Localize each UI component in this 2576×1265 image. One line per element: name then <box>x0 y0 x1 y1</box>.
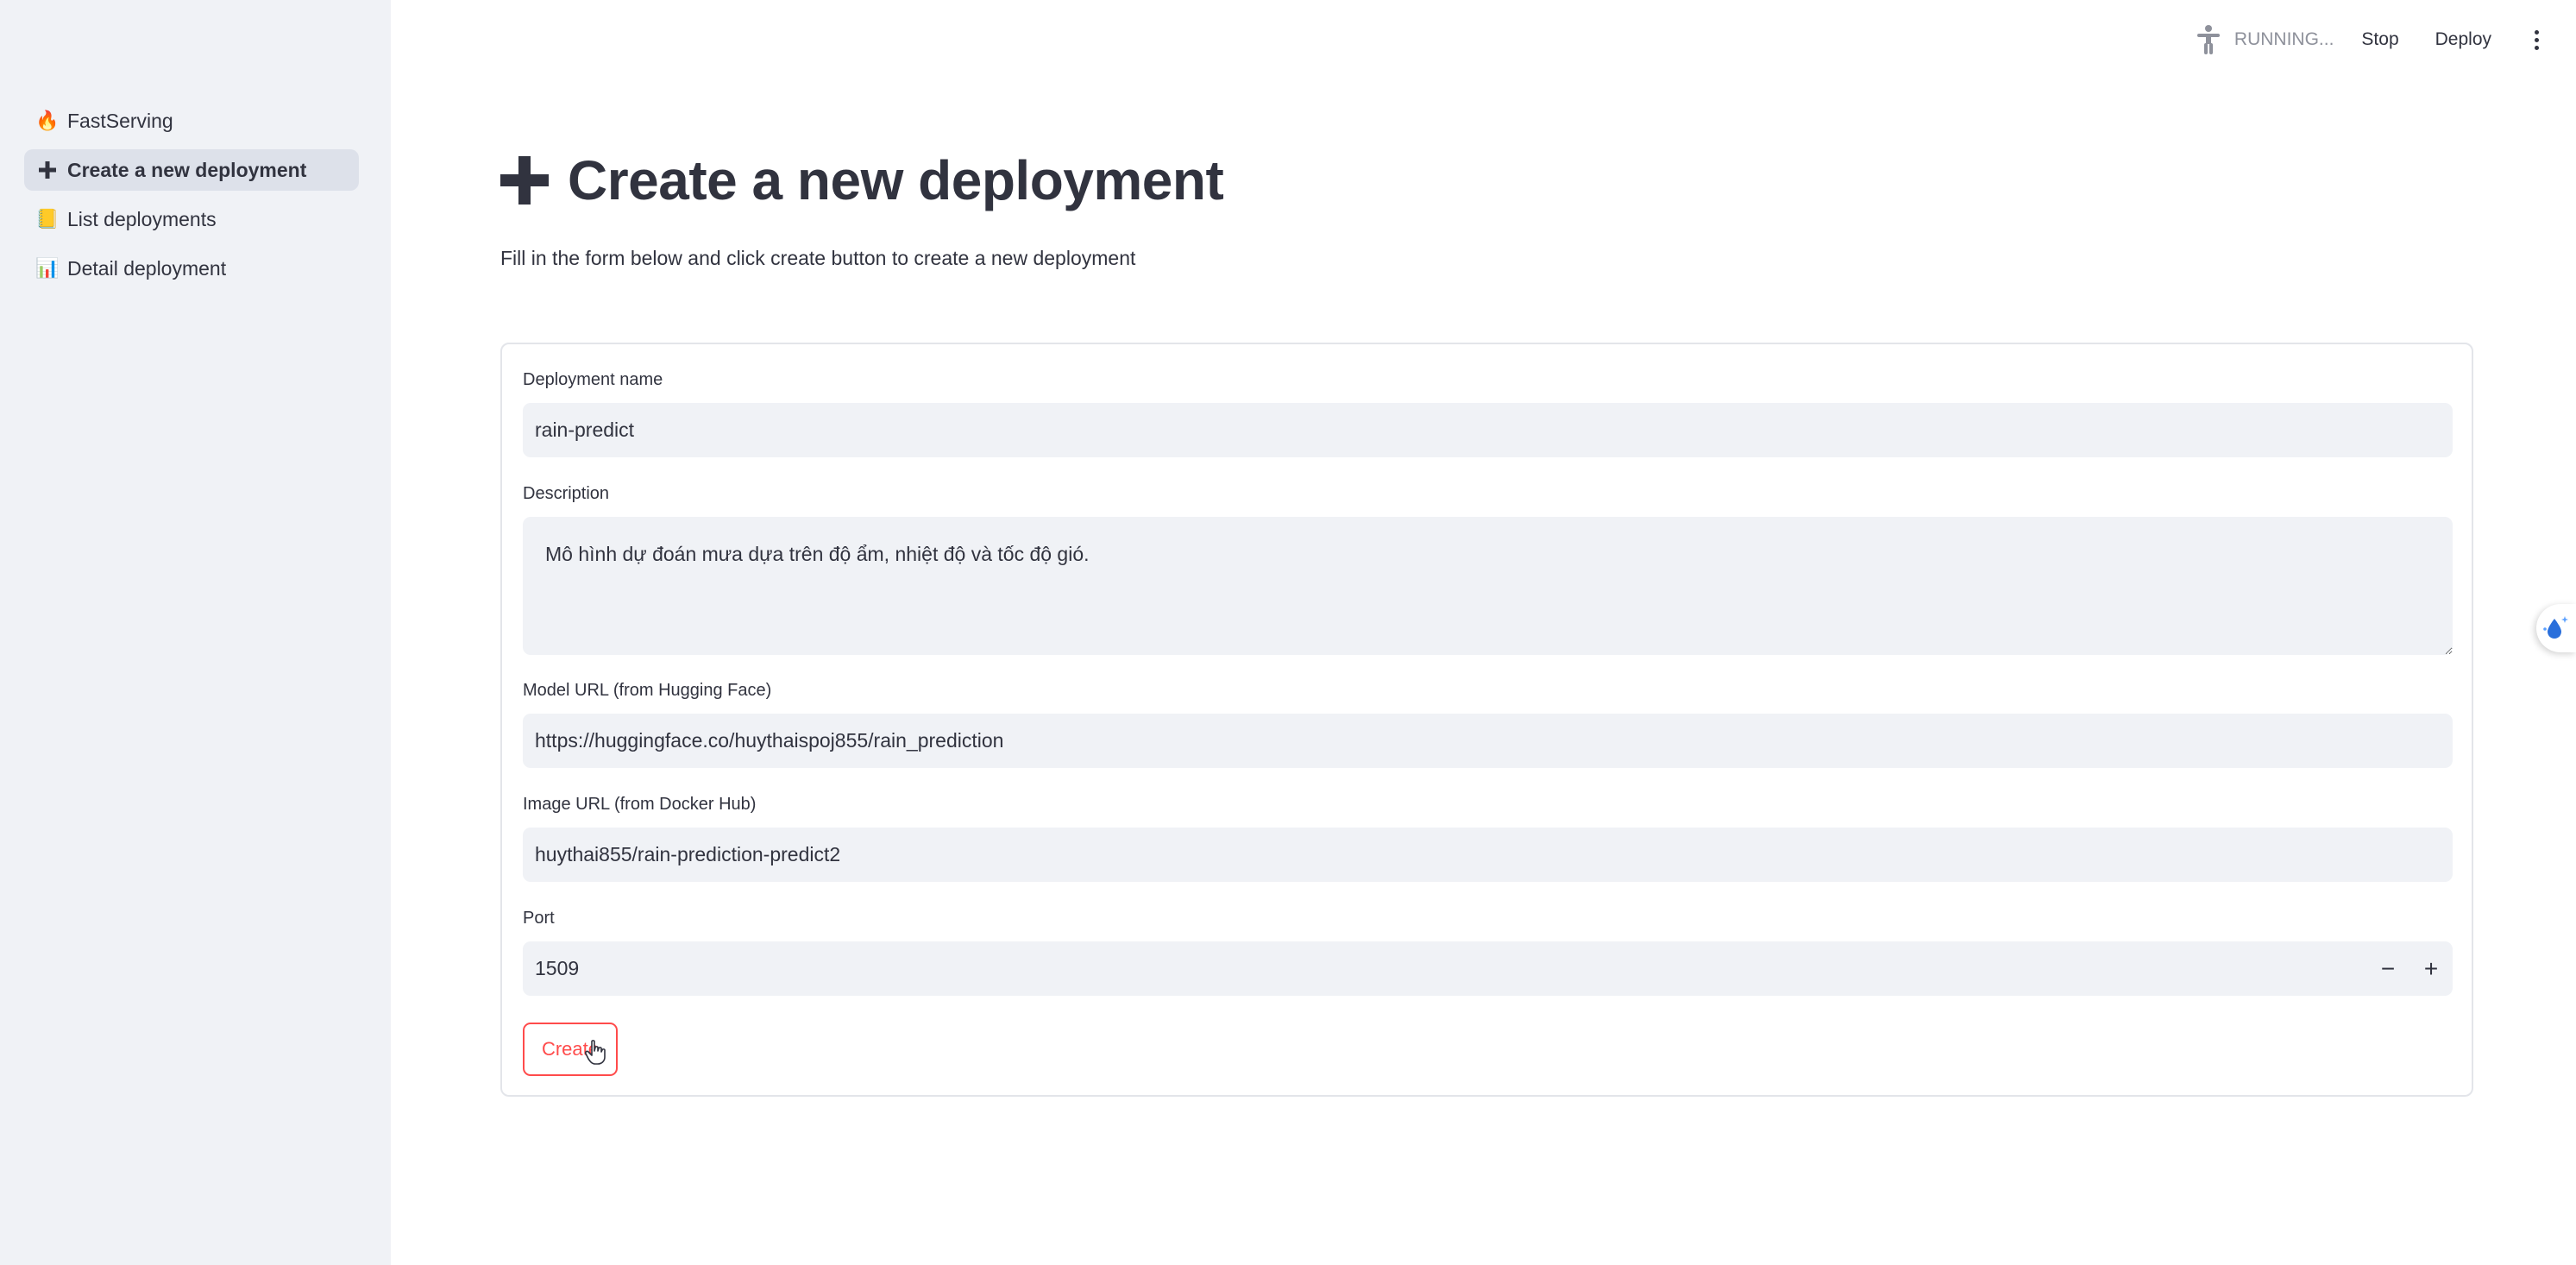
running-status: RUNNING... <box>2195 24 2334 55</box>
sidebar-item-label: Detail deployment <box>67 256 227 280</box>
model-url-label: Model URL (from Hugging Face) <box>523 681 772 700</box>
sidebar: 🔥 FastServing Create a new deployment 📒 … <box>0 0 391 1265</box>
assistant-widget[interactable] <box>2536 604 2576 652</box>
deployment-name-input[interactable] <box>523 403 2453 457</box>
plus-icon <box>36 159 59 181</box>
status-text: RUNNING... <box>2234 29 2334 49</box>
sidebar-item-list-deployments[interactable]: 📒 List deployments <box>24 198 359 240</box>
decrement-button[interactable]: − <box>2366 941 2410 996</box>
sidebar-item-create-deployment[interactable]: Create a new deployment <box>24 149 359 191</box>
water-drop-sparkle-icon <box>2543 616 2568 639</box>
app-header: RUNNING... Stop Deploy <box>2195 0 2576 79</box>
image-url-input[interactable] <box>523 828 2453 882</box>
sidebar-item-detail-deployment[interactable]: 📊 Detail deployment <box>24 248 359 289</box>
running-man-icon <box>2196 25 2220 54</box>
fire-icon: 🔥 <box>35 110 60 131</box>
port-number-input: − + <box>523 941 2453 996</box>
page-title: Create a new deployment <box>500 148 1224 212</box>
description-label: Description <box>523 484 610 503</box>
port-stepper: − + <box>2366 941 2453 996</box>
increment-button[interactable]: + <box>2410 941 2453 996</box>
sidebar-item-label: List deployments <box>67 207 217 230</box>
main-menu-icon[interactable] <box>2528 29 2545 50</box>
page-subtitle: Fill in the form below and click create … <box>500 247 1136 269</box>
sidebar-nav: 🔥 FastServing Create a new deployment 📒 … <box>24 100 359 297</box>
deployment-name-label: Deployment name <box>523 370 663 389</box>
port-input[interactable] <box>523 941 2453 996</box>
sidebar-item-label: FastServing <box>67 109 173 132</box>
deployment-form: Deployment name Description Mô hình dự đ… <box>500 343 2473 1097</box>
image-url-label: Image URL (from Docker Hub) <box>523 795 757 814</box>
deploy-button[interactable]: Deploy <box>2435 29 2491 50</box>
model-url-input[interactable] <box>523 714 2453 768</box>
sidebar-item-fastserving[interactable]: 🔥 FastServing <box>24 100 359 142</box>
ledger-icon: 📒 <box>35 208 60 230</box>
stop-button[interactable]: Stop <box>2361 29 2398 50</box>
sidebar-item-label: Create a new deployment <box>67 158 307 181</box>
page-title-text: Create a new deployment <box>568 149 1224 211</box>
hand-cursor-icon <box>585 1040 606 1065</box>
bar-chart-icon: 📊 <box>35 257 60 279</box>
plus-icon <box>500 156 549 205</box>
description-textarea[interactable]: Mô hình dự đoán mưa dựa trên độ ẩm, nhiệ… <box>523 517 2453 655</box>
port-label: Port <box>523 909 555 928</box>
